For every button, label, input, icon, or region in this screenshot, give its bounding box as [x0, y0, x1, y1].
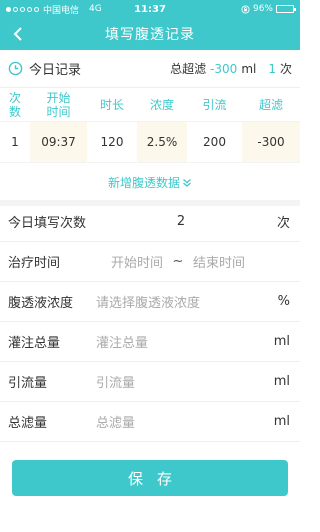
status-bar: 中国电信 4G 11:37 96% [0, 0, 300, 18]
network-type: 4G [89, 4, 102, 14]
signal-icon [6, 6, 39, 12]
orientation-lock-icon [241, 4, 250, 14]
back-button[interactable] [6, 18, 30, 50]
record-count-unit: 次 [279, 62, 292, 76]
drainage-row: 引流量 引流量 ml [0, 362, 300, 402]
header-start-time: 开始 时间 [46, 90, 71, 119]
start-time-input[interactable]: 开始时间 [106, 252, 168, 271]
drainage-unit: ml [273, 374, 290, 389]
today-count-label: 今日填写次数 [8, 216, 87, 231]
time-separator: ~ [172, 254, 184, 269]
today-count-input[interactable]: 2 [131, 214, 231, 229]
cell-count: 1 [11, 135, 19, 149]
add-dialysis-data-label: 新增腹透数据 [107, 176, 180, 190]
ultrafiltration-input[interactable]: 总滤量 [96, 412, 290, 431]
treatment-time-row: 治疗时间 开始时间 ~ 结束时间 [0, 242, 300, 282]
drainage-input[interactable]: 引流量 [96, 372, 290, 391]
chevron-left-icon [13, 27, 22, 41]
add-dialysis-data-button[interactable]: 新增腹透数据 [0, 165, 300, 200]
carrier-name: 中国电信 [43, 5, 80, 16]
table-row[interactable]: 1 09:37 120 2.5% 200 -300 [0, 121, 300, 163]
header-duration: 时长 [99, 97, 124, 112]
header-ultrafiltration: 超滤 [258, 97, 283, 112]
concentration-unit: % [277, 294, 290, 309]
nav-bar: 填写腹透记录 [0, 18, 300, 50]
header-drainage: 引流 [202, 97, 227, 112]
cell-start-time: 09:37 [30, 122, 87, 162]
cell-drainage: 200 [203, 135, 226, 149]
end-time-input[interactable]: 结束时间 [188, 252, 250, 271]
clock-icon [8, 61, 23, 76]
table-header: 次数 开始 时间 时长 浓度 引流 超滤 [0, 88, 300, 121]
ultrafiltration-label: 总滤量 [8, 416, 48, 431]
page-title: 填写腹透记录 [105, 27, 195, 43]
header-concentration: 浓度 [149, 97, 174, 112]
battery-icon [276, 5, 296, 13]
save-button[interactable]: 保存 [12, 460, 288, 496]
summary-stats: 总超滤 -300 ml 1 次 [170, 60, 292, 77]
cell-concentration: 2.5% [137, 122, 187, 162]
concentration-select[interactable]: 请选择腹透液浓度 [96, 292, 290, 311]
total-ultrafiltration-value: -300 [210, 61, 238, 76]
double-chevron-down-icon [183, 178, 191, 187]
ultrafiltration-row: 总滤量 总滤量 ml [0, 402, 300, 442]
record-table: 次数 开始 时间 时长 浓度 引流 超滤 1 09:37 120 2.5% 200… [0, 88, 300, 163]
cell-ultrafiltration: -300 [242, 122, 300, 162]
header-count: 次数 [8, 90, 21, 119]
infusion-unit: ml [273, 334, 290, 349]
total-ultrafiltration-unit: ml [241, 61, 257, 76]
status-left: 中国电信 4G [6, 3, 241, 16]
status-right: 96% [241, 4, 296, 14]
cell-duration: 120 [100, 135, 124, 149]
summary-title: 今日记录 [29, 63, 82, 78]
infusion-row: 灌注总量 灌注总量 ml [0, 322, 300, 362]
infusion-input[interactable]: 灌注总量 [96, 332, 290, 351]
battery-percent: 96% [252, 4, 273, 14]
concentration-label: 腹透液浓度 [8, 296, 74, 311]
today-count-unit: 次 [276, 216, 290, 231]
record-count: 1 [268, 61, 276, 76]
infusion-label: 灌注总量 [8, 336, 61, 351]
today-summary: 今日记录 总超滤 -300 ml 1 次 [0, 50, 300, 88]
drainage-label: 引流量 [8, 376, 48, 391]
total-ultrafiltration-label: 总超滤 [170, 62, 207, 76]
ultrafiltration-unit: ml [273, 414, 290, 429]
today-count-row: 今日填写次数 2 次 [0, 202, 300, 242]
concentration-row: 腹透液浓度 请选择腹透液浓度 % [0, 282, 300, 322]
treatment-time-label: 治疗时间 [8, 256, 61, 271]
